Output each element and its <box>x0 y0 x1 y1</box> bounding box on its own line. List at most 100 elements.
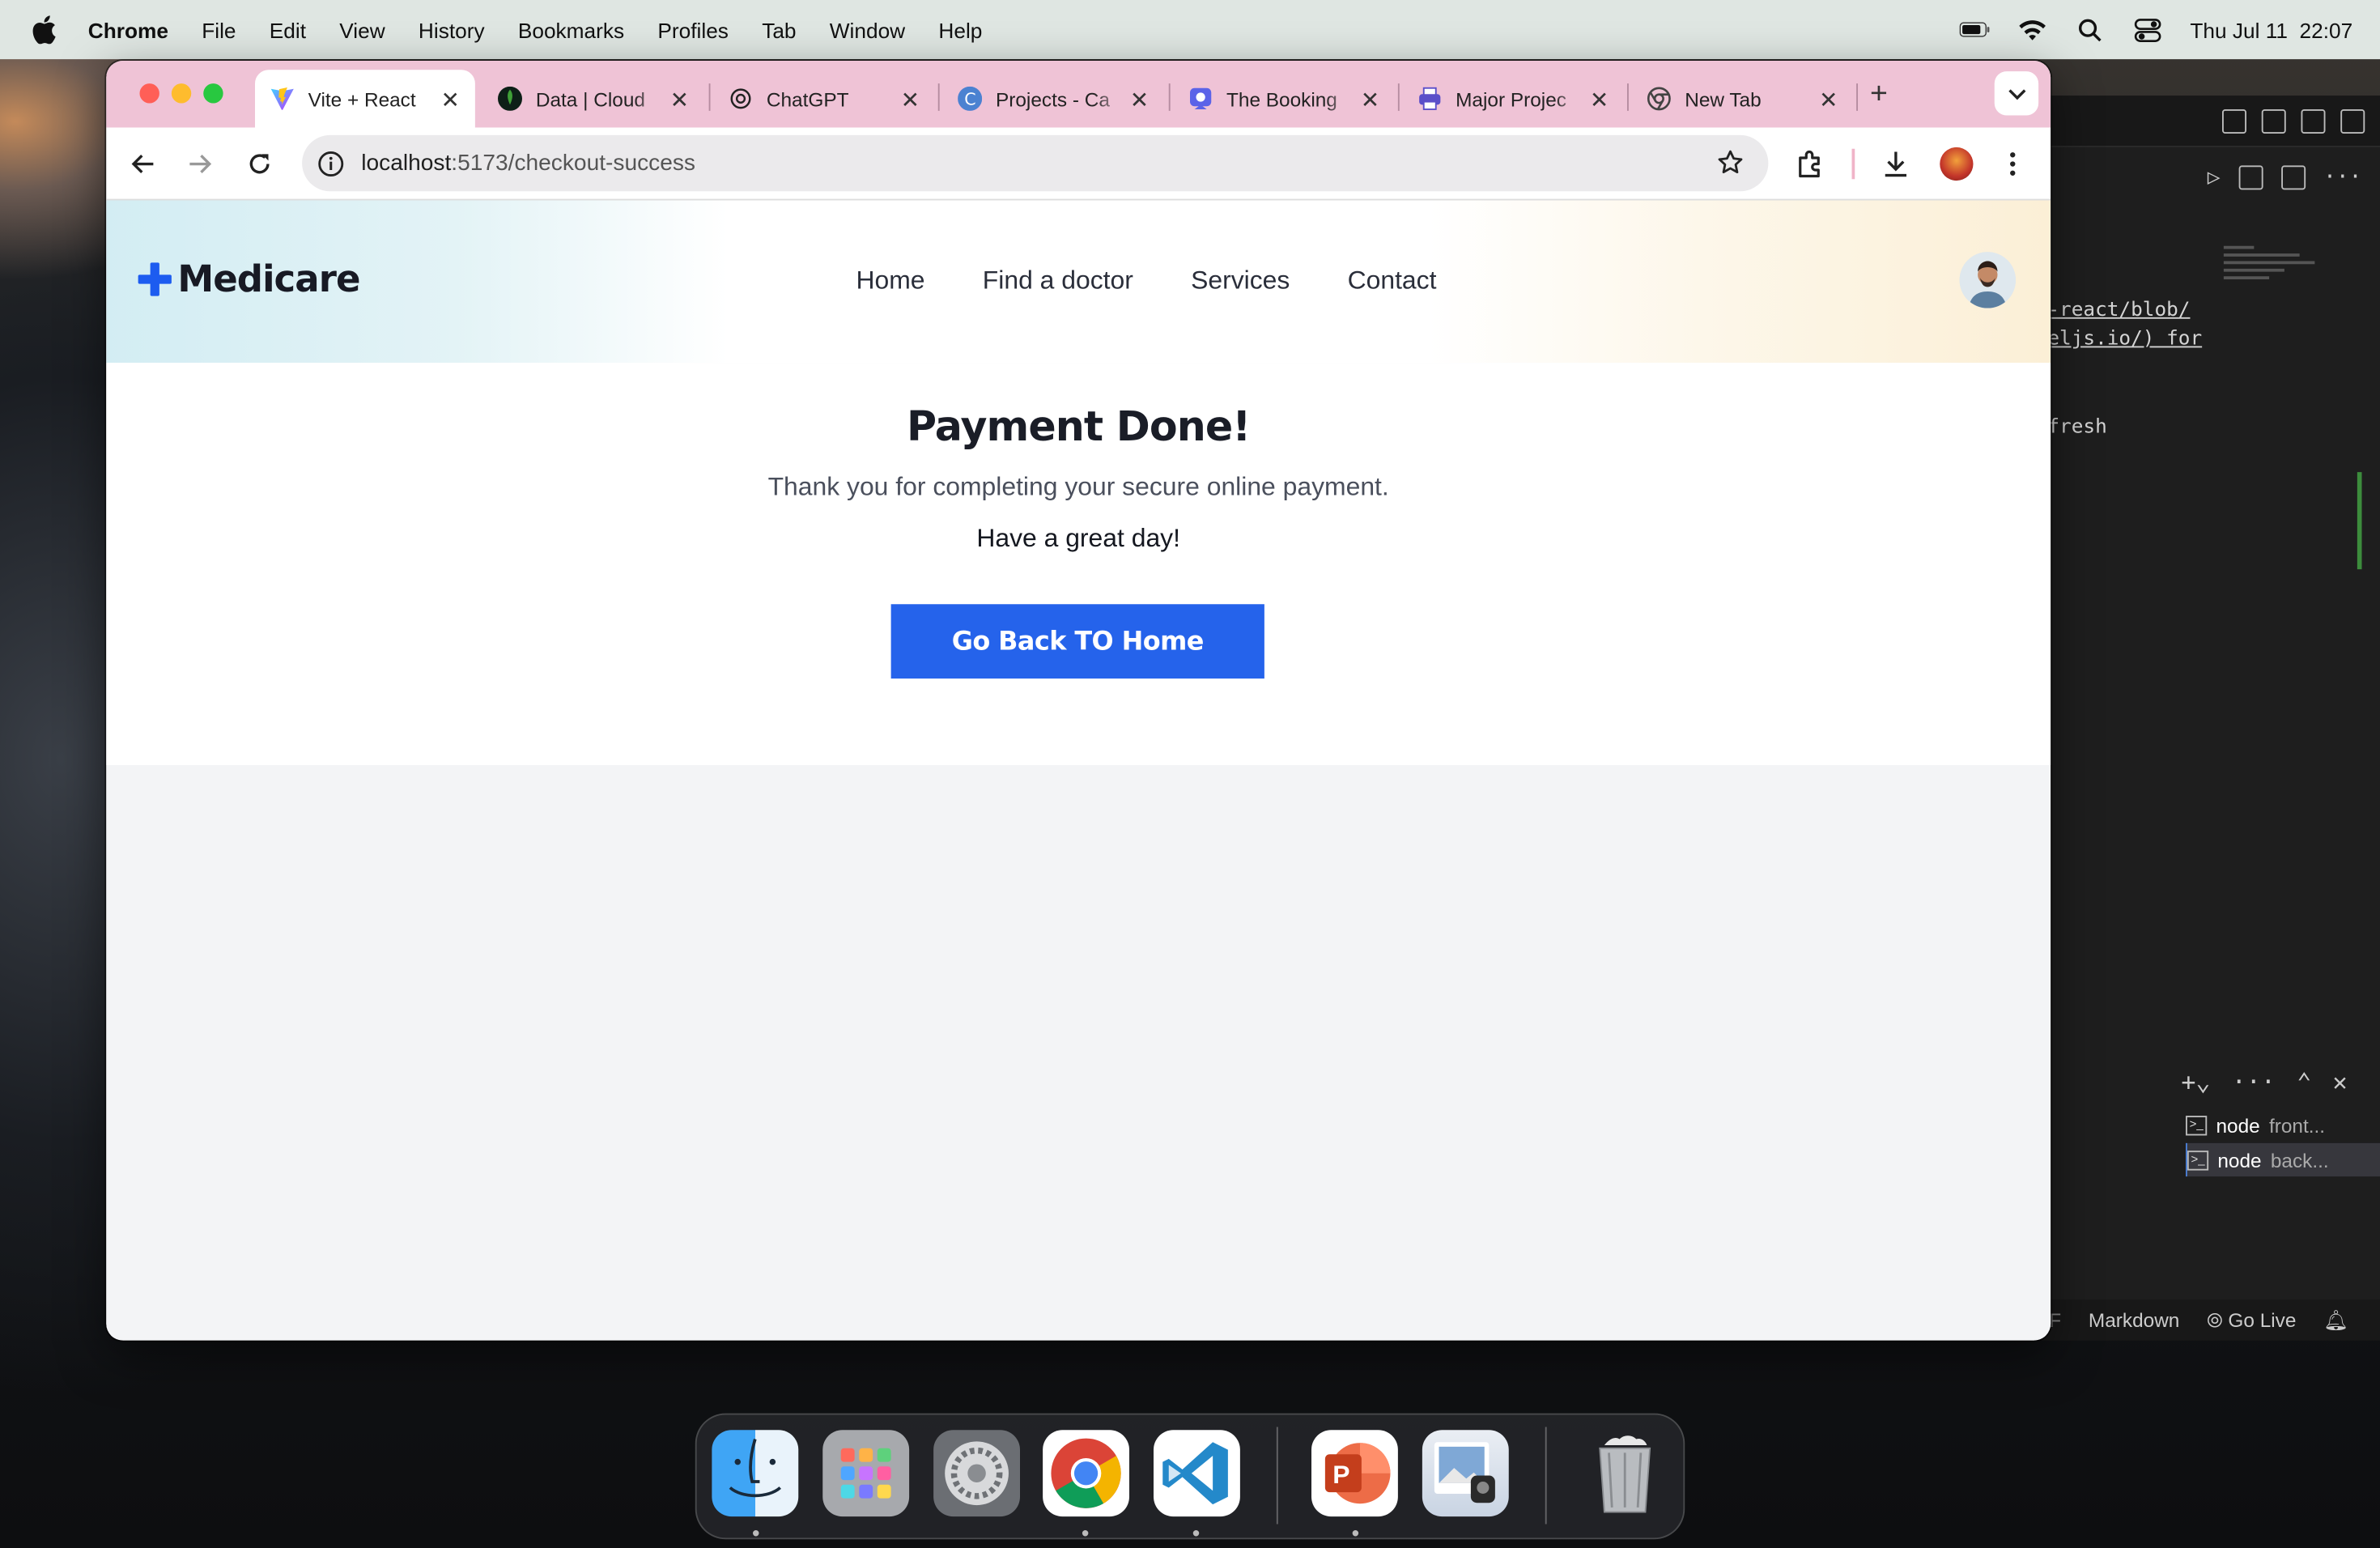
tab-major-project[interactable]: Major Projec ✕ <box>1403 70 1625 127</box>
apple-logo-icon[interactable] <box>32 15 59 45</box>
toggle-secondary-sidebar-icon[interactable] <box>2301 108 2326 134</box>
minimize-window-button[interactable] <box>171 83 192 104</box>
chrome-app-icon[interactable] <box>1043 1430 1129 1517</box>
tab-strip: Vite + React ✕ Data | Cloud ✕ ChatGPT ✕ … <box>106 61 2051 128</box>
battery-icon[interactable] <box>1959 15 1990 45</box>
menu-profiles[interactable]: Profiles <box>657 18 729 42</box>
checkout-success-section: Payment Done! Thank you for completing y… <box>106 363 2051 765</box>
tab-chatgpt[interactable]: ChatGPT ✕ <box>713 70 935 127</box>
control-center-icon[interactable] <box>2132 15 2163 45</box>
finder-icon[interactable] <box>712 1430 799 1517</box>
nav-find-a-doctor[interactable]: Find a doctor <box>983 266 1133 296</box>
spotlight-search-icon[interactable] <box>2075 15 2106 45</box>
minimap[interactable] <box>2223 241 2345 317</box>
svg-text:C: C <box>964 89 975 108</box>
tab-data-cloud[interactable]: Data | Cloud ✕ <box>482 70 704 127</box>
vscode-app-icon[interactable] <box>1154 1430 1240 1517</box>
chrome-menu-kebab-icon[interactable] <box>1998 149 2029 180</box>
scrollbar-indicator[interactable] <box>2357 472 2362 570</box>
nav-home[interactable]: Home <box>856 266 925 296</box>
reload-icon[interactable] <box>244 149 275 180</box>
terminal-icon: >_ <box>2186 1115 2208 1135</box>
toggle-sidebar-icon[interactable] <box>2222 108 2246 134</box>
tab-search-chevron-icon[interactable] <box>1994 71 2039 116</box>
close-tab-icon[interactable]: ✕ <box>901 87 920 114</box>
system-settings-icon[interactable] <box>933 1430 1020 1517</box>
logo-text: Medicare <box>177 257 360 301</box>
launchpad-icon[interactable] <box>822 1430 910 1517</box>
wifi-icon[interactable] <box>2017 15 2048 45</box>
toggle-panel-icon[interactable] <box>2261 108 2286 134</box>
back-arrow-icon[interactable] <box>128 149 159 180</box>
status-language-mode[interactable]: Markdown <box>2089 1308 2179 1331</box>
downloads-icon[interactable] <box>1881 149 1911 180</box>
close-tab-icon[interactable]: ✕ <box>670 87 690 114</box>
zoom-window-button[interactable] <box>203 83 223 104</box>
menu-help[interactable]: Help <box>938 18 982 42</box>
profile-avatar[interactable] <box>1940 147 1974 181</box>
terminal-toolbar: +⌄ ··· ⌃ ✕ <box>2181 1067 2347 1096</box>
tab-projects-canva[interactable]: C Projects - Ca ✕ <box>942 70 1164 127</box>
close-tab-icon[interactable]: ✕ <box>1590 87 1609 114</box>
tab-title: The Booking <box>1226 87 1337 110</box>
code-line: fresh <box>2047 415 2107 439</box>
status-go-live[interactable]: ⦾ Go Live <box>2207 1308 2296 1332</box>
tab-vite-react[interactable]: Vite + React ✕ <box>255 70 475 128</box>
maximize-panel-icon[interactable]: ⌃ <box>2297 1067 2311 1096</box>
customize-layout-icon[interactable] <box>2340 108 2365 134</box>
terminal-item[interactable]: >_ node front... <box>2186 1108 2380 1142</box>
medical-cross-icon <box>138 262 172 296</box>
forward-arrow-icon[interactable] <box>185 149 216 180</box>
address-bar[interactable]: localhost:5173/checkout-success <box>302 134 1769 192</box>
notifications-bell-icon[interactable]: 🔔︎ <box>2323 1308 2348 1332</box>
vscode-window[interactable]: ▷ ··· -react/blob/ eljs.io/) for fresh +… <box>2041 96 2380 1341</box>
close-tab-icon[interactable]: ✕ <box>1819 87 1838 114</box>
menu-file[interactable]: File <box>202 18 236 42</box>
close-tab-icon[interactable]: ✕ <box>1130 87 1150 114</box>
terminal-more-icon[interactable]: ··· <box>2232 1067 2276 1096</box>
menu-edit[interactable]: Edit <box>270 18 306 42</box>
tab-new-tab[interactable]: New Tab ✕ <box>1632 70 1854 127</box>
web-page: Medicare Home Find a doctor Services Con… <box>106 200 2051 1341</box>
bookmark-star-icon[interactable] <box>1717 149 1745 182</box>
menu-app-name[interactable]: Chrome <box>88 18 168 42</box>
split-editor-icon[interactable] <box>2280 165 2306 190</box>
new-tab-plus-icon[interactable]: + <box>1870 78 1888 113</box>
booking-icon <box>1188 87 1213 111</box>
menubar-clock[interactable]: Thu Jul 11 22:07 <box>2190 18 2352 42</box>
run-icon[interactable]: ▷ <box>2208 165 2221 189</box>
menu-tab[interactable]: Tab <box>762 18 796 42</box>
site-logo[interactable]: Medicare <box>138 257 361 301</box>
close-tab-icon[interactable]: ✕ <box>441 87 461 114</box>
close-panel-icon[interactable]: ✕ <box>2333 1067 2348 1096</box>
menu-history[interactable]: History <box>419 18 485 42</box>
nav-services[interactable]: Services <box>1191 266 1290 296</box>
open-preview-icon[interactable] <box>2238 165 2263 190</box>
success-title: Payment Done! <box>906 403 1251 451</box>
more-actions-icon[interactable]: ··· <box>2323 165 2361 189</box>
window-controls <box>139 83 223 104</box>
menu-bookmarks[interactable]: Bookmarks <box>518 18 624 42</box>
close-tab-icon[interactable]: ✕ <box>1361 87 1380 114</box>
menu-window[interactable]: Window <box>830 18 905 42</box>
tab-title: New Tab <box>1685 87 1762 110</box>
printer-icon <box>1417 87 1442 111</box>
go-back-home-button[interactable]: Go Back TO Home <box>890 604 1264 679</box>
extensions-puzzle-icon[interactable] <box>1796 149 1826 180</box>
new-terminal-icon[interactable]: +⌄ <box>2181 1067 2210 1096</box>
terminal-item[interactable]: >_ node back... <box>2186 1142 2380 1177</box>
browser-toolbar: localhost:5173/checkout-success <box>106 127 2051 201</box>
tab-title: Major Projec <box>1456 87 1566 110</box>
powerpoint-icon[interactable]: P <box>1311 1430 1398 1517</box>
status-encoding[interactable]: F <box>2049 1308 2061 1331</box>
chrome-window: Vite + React ✕ Data | Cloud ✕ ChatGPT ✕ … <box>106 61 2051 1341</box>
menu-view[interactable]: View <box>339 18 385 42</box>
vite-icon <box>270 87 295 111</box>
trash-icon[interactable] <box>1582 1430 1668 1516</box>
tab-the-booking[interactable]: The Booking ✕ <box>1173 70 1395 127</box>
site-info-icon[interactable] <box>316 148 346 179</box>
user-avatar[interactable] <box>1959 252 2016 308</box>
close-window-button[interactable] <box>139 83 159 104</box>
preview-icon[interactable] <box>1422 1430 1509 1517</box>
nav-contact[interactable]: Contact <box>1348 266 1437 296</box>
